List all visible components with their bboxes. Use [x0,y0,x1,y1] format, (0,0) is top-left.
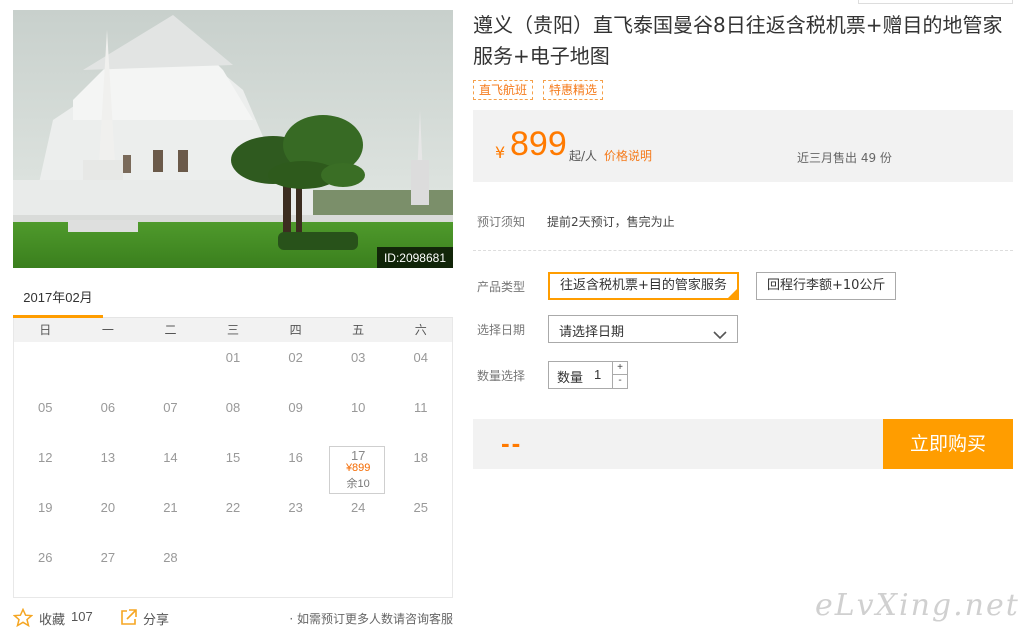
sold-count: 近三月售出 49 份 [797,151,892,165]
weekday-thu: 四 [289,323,302,337]
weekday-fri: 五 [352,323,365,337]
quantity-value[interactable]: 1 [594,367,601,382]
weekday-tue: 二 [164,323,177,337]
calendar-day [202,542,265,592]
available-day-number: 17 [350,448,366,463]
weekday-sat: 六 [414,323,427,337]
calendar-grid: 日 一 二 三 四 五 六 01 02 03 04 05 06 07 08 09… [13,318,453,598]
share-button[interactable]: 分享 [143,609,169,628]
calendar-day: 04 [413,350,428,365]
calendar-week-row: 19 20 21 22 23 24 25 [14,492,452,542]
calendar-week-row: 12 13 14 15 16 17 ¥899 余10 18 [14,442,452,494]
calendar-day [327,542,390,592]
calendar-day [77,342,140,392]
total-price: -- [501,428,523,458]
action-bar: 收藏 107 分享 · 如需预订更多人数请咨询客服 [12,605,453,632]
calendar-day: 27 [100,550,116,565]
booking-notice-row: 预订须知 提前2天预订，售完为止 [473,205,1013,251]
available-day-remaining: 余10 [346,478,370,490]
buy-now-button[interactable]: 立即购买 [883,419,1013,469]
calendar-day: 13 [100,450,116,465]
purchase-bar: -- 立即购买 [473,419,1013,469]
calendar-month-tab[interactable]: 2017年02月 [13,283,103,318]
calendar-day: 06 [100,400,116,415]
site-watermark: eLvXing.net [815,588,1018,623]
calendar-day: 25 [413,500,428,515]
quantity-plus-button[interactable]: + [612,362,627,375]
calendar-day: 14 [163,450,178,465]
calendar-day [139,342,202,392]
calendar-day: 23 [288,500,303,515]
calendar-weekdays: 日 一 二 三 四 五 六 [14,318,452,342]
calendar-week-row: 05 06 07 08 09 10 11 [14,392,452,442]
calendar-day: 01 [225,350,241,365]
weekday-sun: 日 [39,323,52,337]
calendar-day: 24 [350,500,366,515]
calendar-day: 22 [225,500,241,515]
notice-value: 提前2天预订，售完为止 [547,215,675,229]
calendar-day [389,542,452,592]
calendar-day-available[interactable]: 17 ¥899 余10 [327,442,390,494]
product-title: 遵义（贵阳）直飞泰国曼谷8日往返含税机票+赠目的地管家服务+电子地图 [473,13,1003,68]
date-label: 选择日期 [477,323,526,337]
calendar-day: 05 [38,400,53,415]
quantity-label: 数量选择 [477,369,526,383]
calendar-day: 08 [225,400,241,415]
share-icon[interactable] [119,608,138,631]
calendar-day: 07 [163,400,178,415]
chevron-down-icon [713,325,727,344]
top-edge-tab [858,0,1013,4]
star-icon[interactable] [12,607,34,632]
price-value: 899 [510,125,567,163]
notice-label: 预订须知 [477,215,526,229]
quantity-stepper: 数量 1 + - [548,361,628,389]
date-select[interactable]: 请选择日期 [548,315,738,343]
date-select-placeholder: 请选择日期 [559,325,625,340]
calendar-day: 15 [225,450,241,465]
product-type-option-label: 回程行李额+10公斤 [767,278,886,293]
calendar-day: 21 [163,500,178,515]
weekday-wed: 三 [227,323,240,337]
tag-special-pick: 特惠精选 [543,80,604,100]
calendar-day: 20 [100,500,116,515]
favorite-count: 107 [71,609,93,624]
calendar-day: 19 [38,500,53,515]
product-photo[interactable]: ID:2098681 [13,10,453,268]
calendar-day: 16 [288,450,303,465]
calendar-week-row: 01 02 03 04 [14,342,452,392]
photo-id-badge: ID:2098681 [376,247,453,268]
product-type-option-label: 往返含税机票+目的管家服务 [560,278,727,293]
calendar-day: 28 [163,550,178,565]
calendar-week-row: 26 27 28 [14,542,452,592]
tag-direct-flight: 直飞航班 [473,80,534,100]
calendar-day: 10 [350,400,366,415]
calendar-day [14,342,77,392]
quantity-text: 数量 [557,371,584,386]
consult-note: · 如需预订更多人数请咨询客服 [289,612,453,626]
temple-photo-illustration [13,10,453,268]
calendar-day: 18 [413,450,428,465]
calendar-day [264,542,327,592]
weekday-mon: 一 [101,323,114,337]
product-type-option[interactable]: 回程行李额+10公斤 [756,272,897,300]
favorite-button[interactable]: 收藏 [39,609,65,628]
price-unit: 起/人 [569,149,598,163]
calendar-day: 03 [350,350,366,365]
selected-corner-icon [727,289,737,298]
price-explain-link[interactable]: 价格说明 [604,147,652,164]
quantity-minus-button[interactable]: - [612,375,627,388]
product-type-option-selected[interactable]: 往返含税机票+目的管家服务 [548,272,739,300]
calendar-day: 26 [38,550,53,565]
currency-symbol: ¥ [495,143,506,162]
calendar-header: 2017年02月 [13,283,453,318]
calendar-day: 12 [38,450,53,465]
calendar-day: 11 [414,400,428,415]
calendar-day: 09 [288,400,303,415]
product-tags: 直飞航班 特惠精选 [473,80,604,100]
price-panel: ¥ 899 起/人 价格说明 近三月售出 49 份 [473,110,1013,182]
calendar-day: 02 [288,350,303,365]
available-day-price: ¥899 [345,462,371,474]
product-type-label: 产品类型 [477,280,526,294]
